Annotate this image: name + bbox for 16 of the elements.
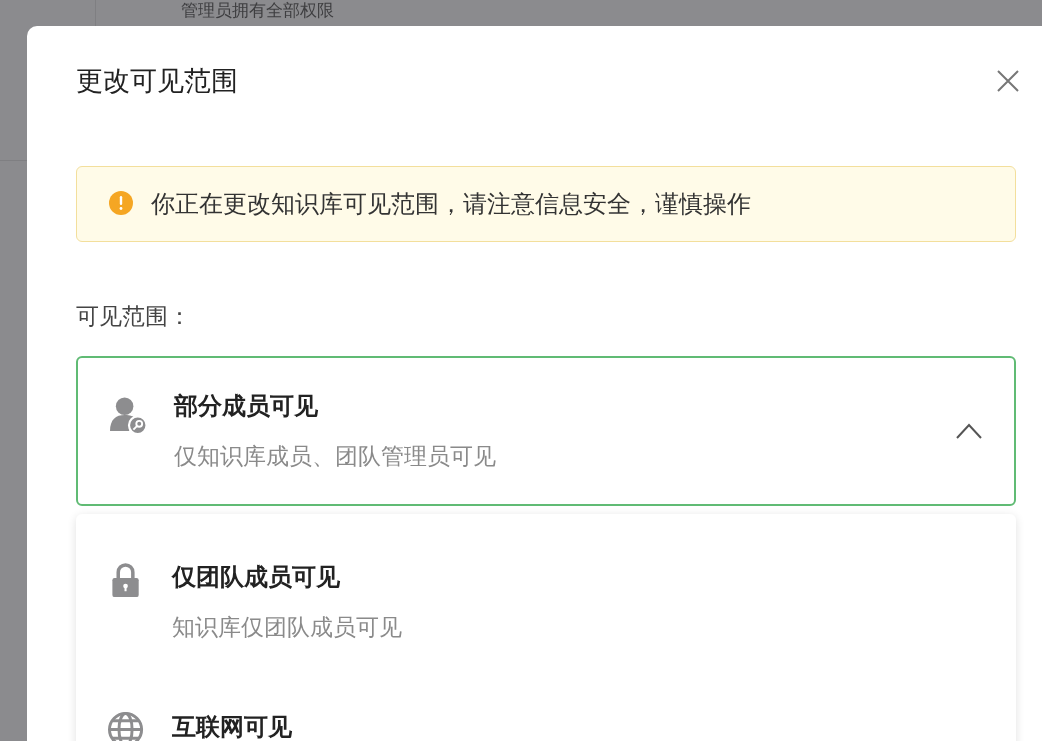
person-key-icon [110,396,148,434]
option-description: 知识库仅团队成员可见 [172,613,403,642]
menu-item[interactable]: 仅团队成员可见 知识库仅团队成员可见 [76,562,1016,712]
alert-text: 你正在更改知识库可见范围，请注意信息安全，谨慎操作 [151,189,751,220]
menu-item[interactable]: 互联网可见 [76,712,1016,741]
globe-icon [108,712,146,741]
field-label: 可见范围： [76,302,192,331]
option-description: 仅知识库成员、团队管理员可见 [174,442,497,471]
warning-icon [109,191,135,217]
close-icon[interactable] [996,69,1020,93]
option-title: 部分成员可见 [174,391,319,421]
option-title: 仅团队成员可见 [172,562,341,592]
visibility-select[interactable]: 部分成员可见 仅知识库成员、团队管理员可见 [76,356,1016,506]
option-title: 互联网可见 [172,712,293,741]
dialog-title: 更改可见范围 [76,64,238,98]
background-text: 管理员拥有全部权限 [181,0,334,20]
